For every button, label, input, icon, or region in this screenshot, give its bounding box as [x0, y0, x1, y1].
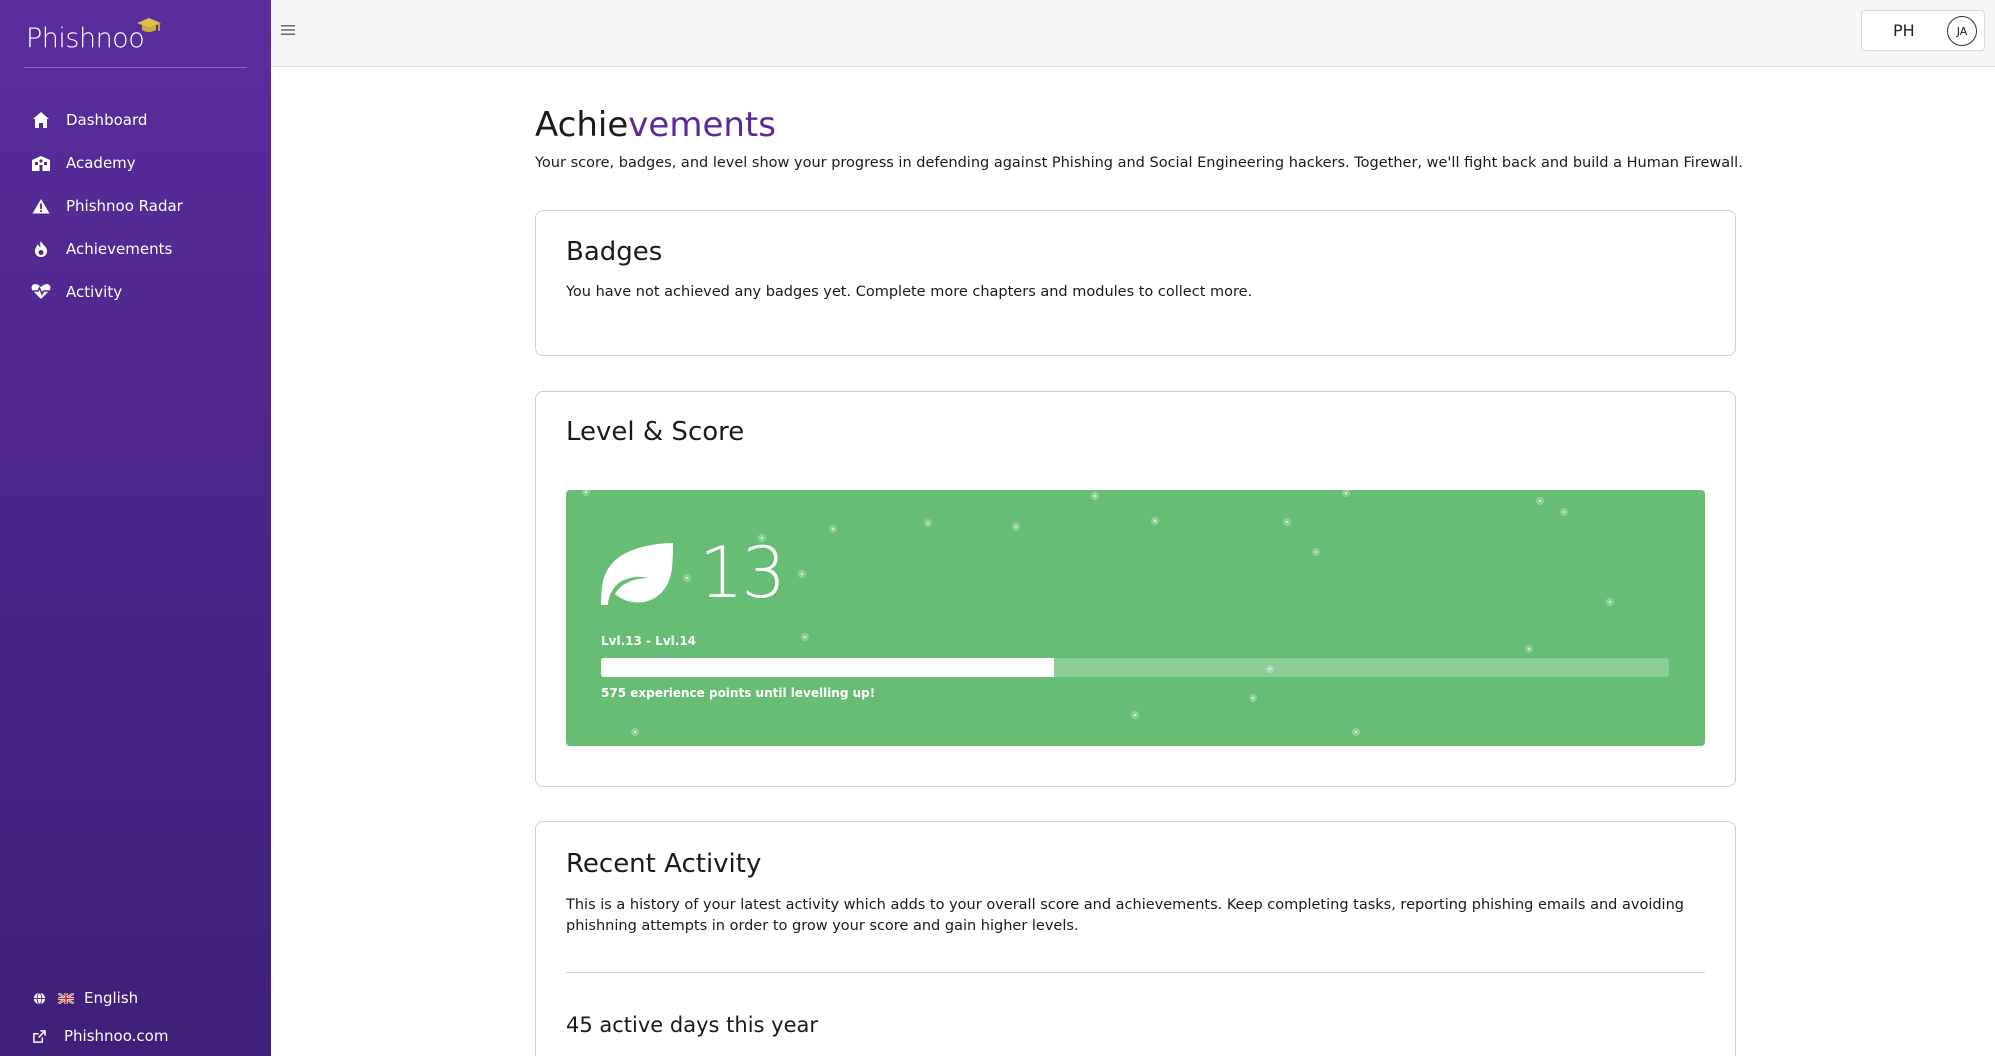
level-banner: 13 Lvl.13 - Lvl.14 575 experience points…	[566, 490, 1705, 746]
current-level: 13	[699, 532, 786, 614]
language-selector[interactable]: English	[0, 979, 271, 1017]
active-days-heading: 45 active days this year	[566, 1013, 818, 1037]
sidebar-item-label: Activity	[66, 282, 123, 301]
sidebar-footer: English Phishnoo.com	[0, 979, 271, 1056]
uk-flag-icon	[58, 992, 74, 1004]
logo-text: Phishnoo	[26, 22, 145, 54]
warning-icon	[31, 196, 51, 216]
sidebar-item-phishnoo-radar[interactable]: Phishnoo Radar	[0, 184, 271, 227]
badges-card: Badges You have not achieved any badges …	[535, 210, 1736, 356]
recent-activity-title: Recent Activity	[566, 849, 762, 879]
page-title: Achievements	[535, 105, 776, 145]
level-score-title: Level & Score	[566, 417, 745, 447]
level-range: Lvl.13 - Lvl.14	[601, 634, 697, 648]
sidebar-item-label: Dashboard	[66, 110, 148, 129]
topbar: PH JA	[271, 0, 1995, 67]
sidebar-item-label: Achievements	[66, 239, 173, 258]
external-link-label: Phishnoo.com	[64, 1027, 169, 1045]
brand-logo[interactable]: Phishnoo	[26, 18, 161, 58]
sidebar-nav: Dashboard Academy Phishnoo Radar Achieve…	[0, 98, 271, 313]
badges-text: You have not achieved any badges yet. Co…	[566, 284, 1253, 300]
graduation-cap-icon	[137, 18, 161, 32]
sidebar-item-label: Phishnoo Radar	[66, 196, 183, 215]
hamburger-icon[interactable]	[281, 22, 299, 40]
page-subtitle: Your score, badges, and level show your …	[535, 155, 1743, 171]
page-title-part: Achie	[535, 105, 629, 145]
sidebar-item-activity[interactable]: Activity	[0, 270, 271, 313]
user-menu[interactable]: PH JA	[1861, 10, 1985, 51]
page-title-accent: vements	[628, 105, 776, 145]
sidebar-item-achievements[interactable]: Achievements	[0, 227, 271, 270]
recent-activity-card: Recent Activity This is a history of you…	[535, 821, 1736, 1056]
language-label: English	[84, 989, 139, 1007]
section-divider	[566, 972, 1705, 973]
level-score-card: Level & Score 13 Lvl.13 - Lvl.14 575 exp…	[535, 391, 1736, 787]
level-progress-bar	[601, 658, 1669, 677]
avatar[interactable]: JA	[1947, 16, 1977, 46]
sidebar: Phishnoo Dashboard Academy Phishnoo Rada…	[0, 0, 271, 1056]
external-link-icon	[33, 1029, 46, 1043]
sidebar-item-dashboard[interactable]: Dashboard	[0, 98, 271, 141]
leaf-icon	[601, 543, 673, 605]
xp-remaining-text: 575 experience points until levelling up…	[601, 686, 876, 700]
school-icon	[31, 153, 51, 173]
sidebar-item-label: Academy	[66, 153, 136, 172]
home-icon	[31, 110, 51, 130]
flame-icon	[31, 239, 51, 259]
badges-title: Badges	[566, 237, 663, 267]
sidebar-item-academy[interactable]: Academy	[0, 141, 271, 184]
user-initials: PH	[1893, 21, 1915, 40]
phishnoo-website-link[interactable]: Phishnoo.com	[0, 1017, 271, 1055]
level-progress-fill	[601, 658, 1054, 677]
recent-activity-text: This is a history of your latest activit…	[566, 897, 1684, 934]
globe-icon	[33, 991, 46, 1005]
heartbeat-icon	[31, 282, 51, 302]
logo-divider	[24, 67, 247, 68]
